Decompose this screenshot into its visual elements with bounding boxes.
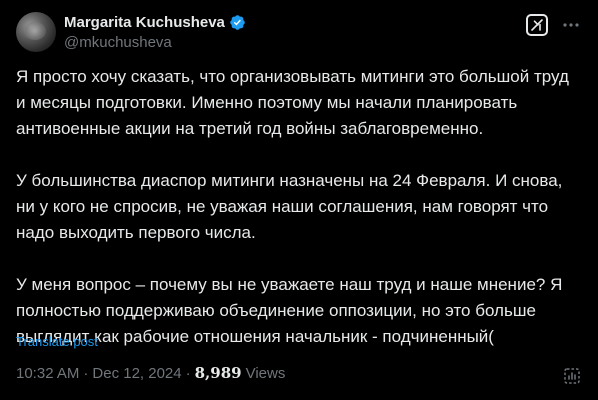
views-label: Views (245, 365, 286, 382)
author-handle[interactable]: @mkuchusheva (64, 34, 172, 51)
meta-separator: · (83, 365, 89, 382)
post-paragraph: Я просто хочу сказать, что организовыват… (16, 67, 569, 138)
author-display-name[interactable]: Margarita Kuchusheva (64, 14, 225, 31)
verified-badge-icon (230, 15, 245, 30)
author-name-row: Margarita Kuchusheva (64, 14, 246, 31)
meta-separator: · (185, 365, 191, 382)
more-options-icon (563, 23, 579, 27)
avatar[interactable] (16, 12, 56, 52)
post-analytics-icon[interactable] (562, 366, 582, 386)
post-time[interactable]: 10:32 AM (16, 365, 79, 382)
post-paragraph: У меня вопрос – почему вы не уважаете на… (16, 275, 563, 346)
post-date[interactable]: Dec 12, 2024 (92, 365, 181, 382)
grok-icon (531, 19, 543, 31)
more-options-button[interactable] (560, 14, 582, 36)
translate-post-link[interactable]: Translate post (16, 334, 98, 349)
post-header: Margarita Kuchusheva @mkuchusheva (16, 12, 582, 52)
post-meta: 10:32 AM · Dec 12, 2024 · 8,989 Views (16, 364, 285, 382)
post-paragraph: У большинства диаспор митинги назначены … (16, 171, 563, 242)
views-count: 8,989 (194, 364, 242, 382)
post-text: Я просто хочу сказать, что организовыват… (16, 64, 582, 350)
grok-button[interactable] (526, 14, 548, 36)
